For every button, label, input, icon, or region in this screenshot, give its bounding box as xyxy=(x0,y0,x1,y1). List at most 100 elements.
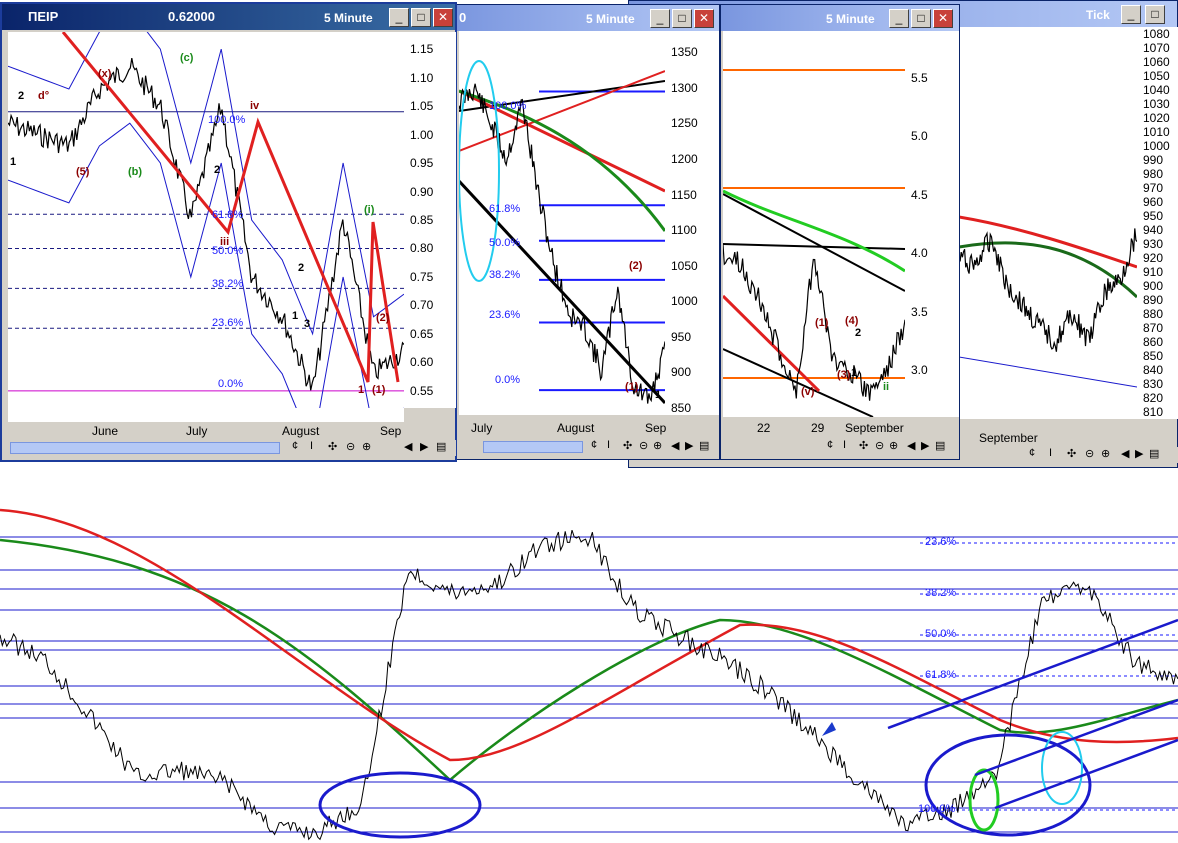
wave-label: 2 xyxy=(214,164,221,176)
zoom-in-icon[interactable]: ⊕ xyxy=(1101,447,1110,460)
plot-area[interactable] xyxy=(959,27,1137,419)
minimize-button[interactable]: _ xyxy=(1121,5,1141,24)
y-tick-label: 900 xyxy=(671,365,692,380)
moving-average-slow xyxy=(0,508,1178,762)
horizontal-scrollbar[interactable] xyxy=(483,441,583,453)
titlebar[interactable]: ΠΕΙΡ 0.62000 5 Minute _ □ ✕ xyxy=(2,4,455,30)
scroll-left-icon[interactable]: ◀ xyxy=(1121,447,1129,460)
cycle-icon[interactable]: ¢ xyxy=(827,439,833,451)
scroll-right-icon[interactable]: ▶ xyxy=(685,439,693,452)
cursor-icon[interactable]: I xyxy=(310,440,313,452)
wave-label: (1) xyxy=(625,381,639,393)
cursor-icon[interactable]: I xyxy=(607,439,610,451)
chart-toolbar[interactable]: ¢ I ✣ ⊝ ⊕ ◀ ▶ ▤ xyxy=(591,439,717,455)
y-tick-label: 870 xyxy=(1143,321,1164,335)
fib-label: 23.6% xyxy=(489,309,521,321)
y-tick-label: 1030 xyxy=(1143,97,1170,111)
pan-icon[interactable]: ✣ xyxy=(328,440,337,453)
x-label: August xyxy=(557,421,595,435)
cycle-icon[interactable]: ¢ xyxy=(591,439,597,451)
wave-label: 1 xyxy=(358,384,365,396)
close-button[interactable]: ✕ xyxy=(433,8,453,27)
x-label: Sep xyxy=(645,421,667,435)
scroll-left-icon[interactable]: ◀ xyxy=(404,440,412,453)
scroll-right-icon[interactable]: ▶ xyxy=(420,440,428,453)
y-tick-label: 880 xyxy=(1143,307,1164,321)
highlight-ellipse xyxy=(924,733,1092,837)
y-axis: 1.15 1.10 1.05 1.00 0.95 0.90 0.85 0.80 0.75 0.70… xyxy=(404,32,456,408)
titlebar[interactable]: 5 Minute _ □ ✕ xyxy=(721,5,959,31)
close-button[interactable]: ✕ xyxy=(694,9,714,28)
pan-icon[interactable]: ✣ xyxy=(1067,447,1076,460)
maximize-button[interactable]: □ xyxy=(672,9,692,28)
zoom-out-icon[interactable]: ⊝ xyxy=(875,439,884,452)
wave-label: (2) xyxy=(376,312,390,324)
plot-area[interactable] xyxy=(723,31,905,417)
pan-icon[interactable]: ✣ xyxy=(623,439,632,452)
maximize-button[interactable]: □ xyxy=(411,8,431,27)
y-tick-label: 1060 xyxy=(1143,55,1170,69)
cursor-icon[interactable]: I xyxy=(1049,447,1052,459)
trend-channel xyxy=(723,348,874,417)
chart-window-2[interactable]: 0 5 Minute _ □ ✕ 1350 1300 1250 1200 1150 110… xyxy=(452,4,720,460)
y-tick-label: 1000 xyxy=(671,294,698,309)
cursor-icon[interactable]: I xyxy=(843,439,846,451)
x-label: Sep xyxy=(380,424,402,438)
scroll-left-icon[interactable]: ◀ xyxy=(671,439,679,452)
minimize-button[interactable]: _ xyxy=(389,8,409,27)
zoom-in-icon[interactable]: ⊕ xyxy=(889,439,898,452)
y-tick-label: 990 xyxy=(1143,153,1164,167)
y-tick-label: 930 xyxy=(1143,237,1164,251)
plot-area[interactable] xyxy=(8,32,404,408)
chart-window-3[interactable]: 5 Minute _ □ ✕ 5.5 5.0 4.5 4.0 3.5 3.0 22 29 … xyxy=(720,4,960,460)
chart-toolbar[interactable]: ¢ I ✣ ⊝ ⊕ ◀ ▶ ▤ xyxy=(827,439,959,455)
zoom-out-icon[interactable]: ⊝ xyxy=(639,439,648,452)
y-tick-label: 810 xyxy=(1143,405,1164,419)
y-tick-label: 970 xyxy=(1143,181,1164,195)
table-icon[interactable]: ▤ xyxy=(436,440,446,453)
table-icon[interactable]: ▤ xyxy=(699,439,709,452)
maximize-button[interactable]: □ xyxy=(911,9,931,28)
cycle-icon[interactable]: ¢ xyxy=(292,440,298,452)
horizontal-scrollbar[interactable] xyxy=(10,442,280,454)
minimize-button[interactable]: _ xyxy=(889,9,909,28)
chart-toolbar[interactable]: ¢ I ✣ ⊝ ⊕ ◀ ▶ ▤ xyxy=(292,440,456,456)
y-tick-label: 950 xyxy=(1143,209,1164,223)
interval-label: 5 Minute xyxy=(826,12,875,26)
pan-icon[interactable]: ✣ xyxy=(859,439,868,452)
plot-area[interactable] xyxy=(459,31,665,415)
trend-channel xyxy=(723,243,905,250)
zoom-in-icon[interactable]: ⊕ xyxy=(653,439,662,452)
y-tick-label: 0.55 xyxy=(410,383,434,398)
table-icon[interactable]: ▤ xyxy=(935,439,945,452)
value-label: 0.62000 xyxy=(168,9,215,24)
symbol-label: 0 xyxy=(459,10,467,25)
y-tick-label: 4.0 xyxy=(911,246,928,261)
y-tick-label: 820 xyxy=(1143,391,1164,405)
fib-label: 0.0% xyxy=(495,374,521,386)
titlebar[interactable]: 0 5 Minute _ □ ✕ xyxy=(453,5,719,31)
scroll-left-icon[interactable]: ◀ xyxy=(907,439,915,452)
y-tick-label: 0.70 xyxy=(410,298,434,313)
wave-label: (5) xyxy=(76,166,90,178)
close-button[interactable]: ✕ xyxy=(933,9,953,28)
fib-label: 61.8% xyxy=(212,209,244,221)
scroll-right-icon[interactable]: ▶ xyxy=(921,439,929,452)
minimize-button[interactable]: _ xyxy=(650,9,670,28)
wave-label: (b) xyxy=(128,166,143,178)
zoom-out-icon[interactable]: ⊝ xyxy=(1085,447,1094,460)
chart-toolbar[interactable]: ¢ I ✣ ⊝ ⊕ ◀ ▶ ▤ xyxy=(1029,447,1178,463)
wave-label: 2 xyxy=(18,90,25,102)
y-tick-label: 0.75 xyxy=(410,269,434,284)
lower-band xyxy=(959,356,1137,388)
table-icon[interactable]: ▤ xyxy=(1149,447,1159,460)
wave-label: 2 xyxy=(855,327,862,339)
zoom-out-icon[interactable]: ⊝ xyxy=(346,440,355,453)
chart-window-1[interactable]: ΠΕΙΡ 0.62000 5 Minute _ □ ✕ 1.15 1.10 1.05… xyxy=(0,2,457,462)
y-axis: 1080 1070 1060 1050 1040 1030 1020 1010 1000 990 9… xyxy=(1137,27,1178,419)
scroll-right-icon[interactable]: ▶ xyxy=(1135,447,1143,460)
interval-label: 5 Minute xyxy=(586,12,635,26)
maximize-button[interactable]: □ xyxy=(1145,5,1165,24)
cycle-icon[interactable]: ¢ xyxy=(1029,447,1035,459)
zoom-in-icon[interactable]: ⊕ xyxy=(362,440,371,453)
